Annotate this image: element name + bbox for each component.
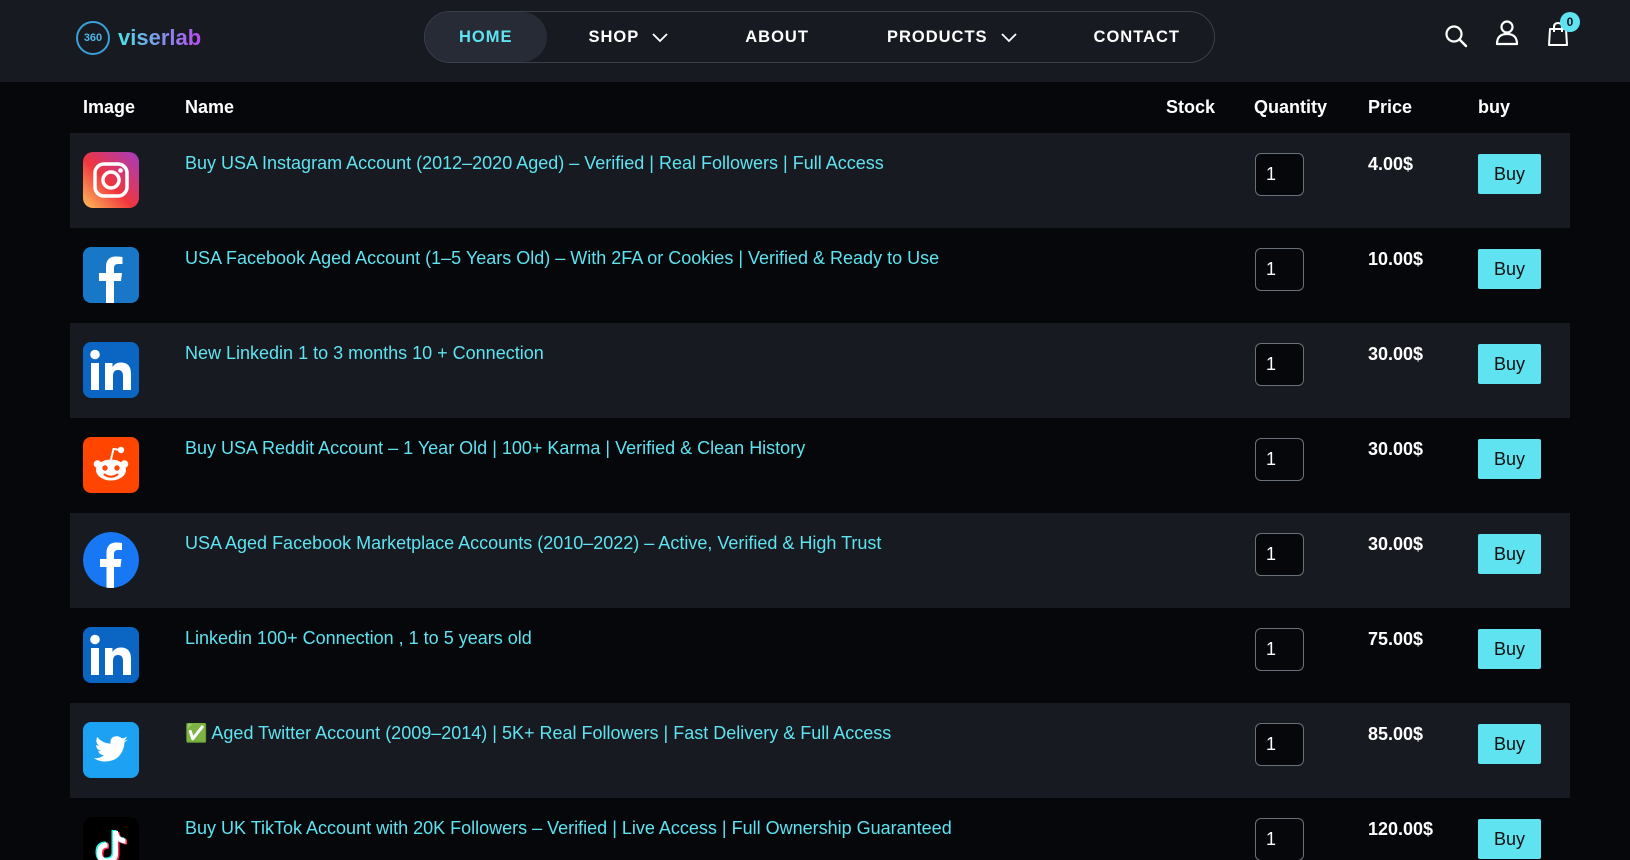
- table-row: New Linkedin 1 to 3 months 10 + Connecti…: [70, 323, 1570, 418]
- column-header-quantity: Quantity: [1254, 96, 1328, 117]
- table-row: Linkedin 100+ Connection , 1 to 5 years …: [70, 608, 1570, 703]
- nav-products[interactable]: PRODUCTS: [887, 12, 1018, 62]
- nav-about-label: ABOUT: [745, 27, 809, 46]
- column-header-stock: Stock: [1166, 96, 1216, 117]
- facebook-icon: [83, 247, 139, 303]
- column-header-image: Image: [83, 96, 136, 117]
- buy-button[interactable]: Buy: [1478, 344, 1541, 384]
- quantity-input[interactable]: [1255, 818, 1304, 860]
- product-price: 75.00$: [1368, 629, 1424, 649]
- site-header: 360 viserlab HOME SHOP ABOUT PRODUCTS CO…: [0, 0, 1630, 82]
- product-name-link[interactable]: Buy USA Reddit Account – 1 Year Old | 10…: [185, 438, 805, 459]
- tiktok-icon: [83, 817, 139, 860]
- buy-button[interactable]: Buy: [1478, 534, 1541, 574]
- quantity-input[interactable]: [1255, 723, 1304, 766]
- product-name-link[interactable]: Buy USA Instagram Account (2012–2020 Age…: [185, 153, 884, 174]
- quantity-input[interactable]: [1255, 153, 1304, 196]
- product-price: 10.00$: [1368, 249, 1424, 269]
- product-price: 120.00$: [1368, 819, 1434, 839]
- search-icon[interactable]: [1442, 22, 1470, 50]
- linkedin-icon: [83, 627, 139, 683]
- nav-contact-label: CONTACT: [1093, 27, 1180, 46]
- user-icon[interactable]: [1493, 18, 1521, 46]
- logo-badge-icon: 360: [76, 21, 110, 55]
- product-name-link[interactable]: USA Aged Facebook Marketplace Accounts (…: [185, 533, 881, 554]
- quantity-input[interactable]: [1255, 533, 1304, 576]
- quantity-input[interactable]: [1255, 628, 1304, 671]
- product-name-link[interactable]: New Linkedin 1 to 3 months 10 + Connecti…: [185, 343, 544, 364]
- product-price: 30.00$: [1368, 344, 1424, 364]
- product-name-link[interactable]: USA Facebook Aged Account (1–5 Years Old…: [185, 248, 939, 269]
- brand-name: viserlab: [118, 25, 202, 50]
- quantity-input[interactable]: [1255, 343, 1304, 386]
- facebook-circle-icon: [83, 532, 139, 588]
- buy-button[interactable]: Buy: [1478, 819, 1541, 859]
- buy-button[interactable]: Buy: [1478, 724, 1541, 764]
- nav-home-label: HOME: [459, 27, 513, 46]
- product-name-link[interactable]: Buy UK TikTok Account with 20K Followers…: [185, 818, 952, 839]
- nav-about[interactable]: ABOUT: [745, 12, 809, 62]
- table-row: USA Aged Facebook Marketplace Accounts (…: [70, 513, 1570, 608]
- twitter-icon: [83, 722, 139, 778]
- nav-shop[interactable]: SHOP: [589, 12, 670, 62]
- nav-home[interactable]: HOME: [425, 12, 547, 62]
- column-header-name: Name: [185, 96, 235, 117]
- buy-button[interactable]: Buy: [1478, 249, 1541, 289]
- cart-count-badge: 0: [1560, 12, 1580, 32]
- table-row: ✅ Aged Twitter Account (2009–2014) | 5K+…: [70, 703, 1570, 798]
- product-name-link[interactable]: Linkedin 100+ Connection , 1 to 5 years …: [185, 628, 532, 649]
- buy-button[interactable]: Buy: [1478, 439, 1541, 479]
- quantity-input[interactable]: [1255, 438, 1304, 481]
- nav-contact[interactable]: CONTACT: [1094, 12, 1180, 62]
- brand-logo[interactable]: 360 viserlab: [76, 21, 202, 55]
- buy-button[interactable]: Buy: [1478, 154, 1541, 194]
- product-price: 30.00$: [1368, 439, 1424, 459]
- column-header-price: Price: [1368, 96, 1413, 117]
- table-row: Buy UK TikTok Account with 20K Followers…: [70, 798, 1570, 860]
- product-name-link[interactable]: ✅ Aged Twitter Account (2009–2014) | 5K+…: [185, 723, 891, 744]
- product-price: 30.00$: [1368, 534, 1424, 554]
- quantity-input[interactable]: [1255, 248, 1304, 291]
- chevron-down-icon: [652, 33, 668, 43]
- buy-button[interactable]: Buy: [1478, 629, 1541, 669]
- product-table-body: Buy USA Instagram Account (2012–2020 Age…: [70, 133, 1570, 860]
- linkedin-icon: [83, 342, 139, 398]
- table-header: Image Name Stock Quantity Price buy: [70, 82, 1570, 132]
- reddit-icon: [83, 437, 139, 493]
- chevron-down-icon: [1000, 33, 1017, 43]
- table-row: USA Facebook Aged Account (1–5 Years Old…: [70, 228, 1570, 323]
- table-row: Buy USA Instagram Account (2012–2020 Age…: [70, 133, 1570, 228]
- product-price: 85.00$: [1368, 724, 1424, 744]
- instagram-icon: [83, 152, 139, 208]
- table-row: Buy USA Reddit Account – 1 Year Old | 10…: [70, 418, 1570, 513]
- main-nav: HOME SHOP ABOUT PRODUCTS CONTACT: [424, 11, 1215, 63]
- product-price: 4.00$: [1368, 154, 1414, 174]
- nav-shop-label: SHOP: [588, 27, 640, 46]
- column-header-buy: buy: [1478, 96, 1511, 117]
- nav-products-label: PRODUCTS: [886, 27, 988, 46]
